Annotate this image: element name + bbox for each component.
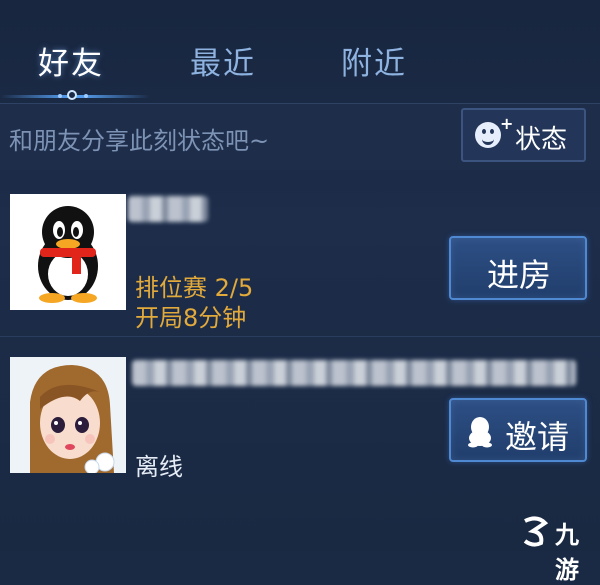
tab-nearby[interactable]: 附近 (341, 38, 407, 83)
row-divider (0, 336, 600, 337)
smiley-icon (475, 122, 501, 148)
tab-friends[interactable]: 好友 (38, 38, 104, 83)
join-room-label: 进房 (487, 256, 552, 294)
status-button[interactable]: + 状态 (461, 108, 586, 162)
underline-dot-left (58, 94, 62, 98)
join-room-button[interactable]: 进房 (449, 236, 587, 300)
avatar[interactable] (10, 194, 126, 310)
cartoon-girl-avatar-icon (10, 357, 126, 473)
presence-status: 离线 (135, 453, 183, 481)
tab-bar: 好友 最近 附近 (0, 0, 600, 100)
qq-penguin-avatar-icon (38, 206, 98, 303)
friend-name-blurred (128, 196, 208, 222)
avatar[interactable] (10, 357, 126, 473)
invite-label: 邀请 (505, 418, 570, 456)
tab-recent[interactable]: 最近 (190, 38, 256, 83)
friend-name-blurred (132, 360, 576, 386)
underline-dot-right (84, 94, 88, 98)
game-time-text: 开局8分钟 (135, 304, 247, 332)
status-button-label: 状态 (515, 125, 568, 155)
qq-penguin-icon (468, 417, 492, 448)
status-input[interactable]: 和朋友分享此刻状态吧~ (9, 121, 269, 156)
friends-panel: 好友 最近 附近 和朋友分享此刻状态吧~ + 状态 排位赛 2/5 开局8分钟 … (0, 0, 600, 584)
underline-center-dot (67, 90, 77, 100)
plus-icon: + (500, 114, 514, 133)
invite-button[interactable]: 邀请 (449, 398, 587, 462)
watermark-text: 九游 (555, 521, 579, 584)
